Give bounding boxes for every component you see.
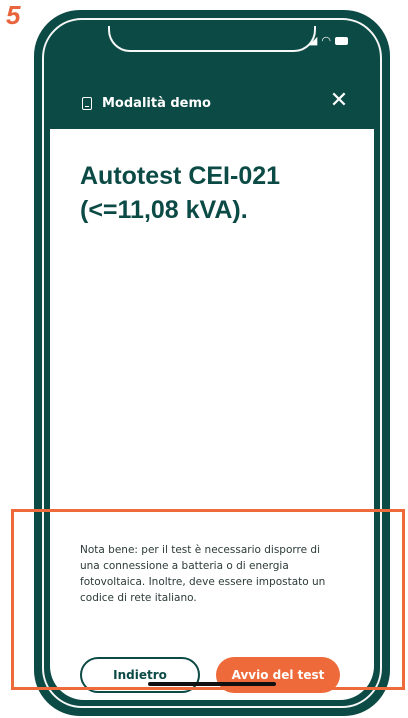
page-title-line2: (<=11,08 kVA). — [80, 196, 248, 224]
demo-mode-text: Modalità demo — [102, 96, 211, 111]
close-button[interactable]: ✕ — [328, 90, 350, 112]
phone-notch — [108, 26, 316, 52]
page-title: Autotest CEI-021 (<=11,08 kVA). — [80, 159, 340, 227]
start-test-button[interactable]: Avvio del test — [216, 657, 340, 693]
status-bar: ◢ ◠ — [309, 34, 348, 47]
demo-mode-label: Modalità demo — [82, 96, 211, 111]
page-title-line1: Autotest CEI-021 — [80, 162, 281, 190]
wifi-icon: ◠ — [321, 34, 331, 47]
phone-screen: ◢ ◠ Modalità demo ✕ Autotest CEI-021 (<=… — [50, 26, 374, 700]
phone-frame: ◢ ◠ Modalità demo ✕ Autotest CEI-021 (<=… — [34, 10, 390, 716]
close-icon: ✕ — [329, 88, 349, 113]
note-text: Nota bene: per il test è necessario disp… — [80, 544, 326, 604]
home-indicator[interactable] — [148, 682, 276, 686]
battery-icon — [335, 36, 348, 45]
step-number: 5 — [6, 0, 21, 30]
document-icon — [82, 97, 92, 110]
signal-icon: ◢ — [308, 34, 318, 47]
main-content: Autotest CEI-021 (<=11,08 kVA). Nota ben… — [50, 129, 374, 700]
back-button[interactable]: Indietro — [80, 657, 200, 693]
